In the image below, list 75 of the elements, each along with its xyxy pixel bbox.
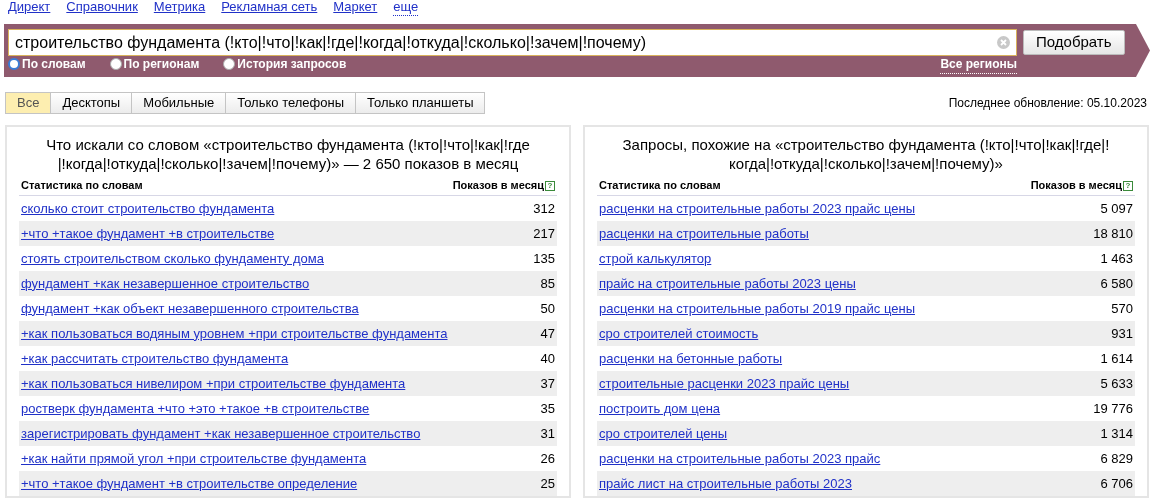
- count-cell-text: 217: [533, 224, 555, 243]
- top-nav-link[interactable]: Директ: [8, 0, 51, 16]
- phrase-link[interactable]: прайс на строительные работы 2023 цены: [599, 273, 856, 294]
- count-cell-text: 85: [540, 274, 555, 293]
- count-cell-text: 5 633: [1100, 374, 1133, 393]
- device-tab[interactable]: Все: [5, 92, 52, 114]
- count-cell-text: 40: [540, 349, 555, 368]
- count-cell-text: 135: [533, 249, 555, 268]
- phrase-link[interactable]: зарегистрировать фундамент +как незавершенное строительство: [21, 423, 421, 444]
- submit-button[interactable]: Подобрать: [1023, 30, 1125, 55]
- phrase-link[interactable]: +как найти прямой угол +при строительстве фундамента: [21, 448, 367, 469]
- phrase-link[interactable]: сро строителей стоимость: [599, 323, 759, 344]
- count-cell-text: 931: [1111, 324, 1133, 343]
- phrase-link[interactable]: строй калькулятор: [599, 248, 712, 269]
- phrase-link[interactable]: +как пользоваться водяным уровнем +при строительстве фундамента: [21, 323, 448, 344]
- device-tab[interactable]: Мобильные: [131, 92, 227, 114]
- count-cell-text: 570: [1111, 299, 1133, 318]
- clear-icon[interactable]: [997, 36, 1010, 49]
- phrase-link[interactable]: прайс лист на строительные работы 2023: [599, 473, 852, 494]
- count-cell-text: 5 097: [1100, 199, 1133, 218]
- count-cell-text: 25: [540, 474, 555, 493]
- phrase-link[interactable]: +что +такое фундамент +в строительстве: [21, 223, 275, 244]
- count-cell-text: 6 706: [1100, 474, 1133, 493]
- count-cell-text: 1 314: [1100, 424, 1133, 443]
- phrase-link[interactable]: стоять строительством сколько фундаменту дома: [21, 248, 324, 269]
- all-regions-link[interactable]: Все регионы: [940, 54, 1017, 74]
- column-header: Показов в месяц: [1030, 178, 1122, 194]
- count-cell-text: 31: [540, 424, 555, 443]
- count-cell-text: 50: [540, 299, 555, 318]
- phrase-link[interactable]: сро строителей цены: [599, 423, 728, 444]
- count-cell-text: 1 463: [1100, 249, 1133, 268]
- mode-radio[interactable]: По регионам: [109, 55, 200, 73]
- phrase-link[interactable]: расценки на бетонные работы: [599, 348, 783, 369]
- phrase-link[interactable]: расценки на строительные работы 2023 прайс цены: [599, 198, 915, 219]
- help-icon[interactable]: ?: [1123, 180, 1133, 191]
- phrase-link[interactable]: расценки на строительные работы 2023 прайс: [599, 448, 881, 469]
- count-cell-text: 312: [533, 199, 555, 218]
- count-cell-text: 19 776: [1093, 399, 1133, 418]
- top-nav-link[interactable]: Справочник: [66, 0, 138, 16]
- phrase-link[interactable]: строительные расценки 2023 прайс цены: [599, 373, 850, 394]
- phrase-link[interactable]: расценки на строительные работы 2019 прайс цены: [599, 298, 915, 319]
- help-icon[interactable]: ?: [545, 180, 555, 191]
- top-nav-link[interactable]: Маркет: [333, 0, 378, 16]
- mode-radio[interactable]: По словам: [8, 55, 86, 73]
- mode-radio[interactable]: История запросов: [223, 55, 347, 73]
- column-header: Показов в месяц: [452, 178, 544, 194]
- count-cell-text: 6 829: [1100, 449, 1133, 468]
- panel-title: Что искали со словом «строительство фундамента (!кто|!что|!как|!где|!когда|!откуда|!сколько|!зачем|!почему)» — 2 650 показов в месяц: [45, 135, 531, 173]
- phrase-link[interactable]: +как рассчитать строительство фундамента: [21, 348, 289, 369]
- phrase-link[interactable]: +что +такое фундамент +в строительстве определение: [21, 473, 358, 494]
- phrase-link[interactable]: фундамент +как объект незавершенного строительства: [21, 298, 359, 319]
- column-header: Статистика по словам: [599, 178, 721, 194]
- phrase-link[interactable]: фундамент +как незавершенное строительство: [21, 273, 310, 294]
- device-tab[interactable]: Только планшеты: [355, 92, 486, 114]
- count-cell-text: 35: [540, 399, 555, 418]
- device-tab[interactable]: Десктопы: [50, 92, 133, 114]
- top-nav-link[interactable]: Метрика: [153, 0, 206, 16]
- phrase-link[interactable]: +как пользоваться нивелиром +при строительстве фундамента: [21, 373, 406, 394]
- count-cell-text: 18 810: [1093, 224, 1133, 243]
- phrase-link[interactable]: построить дом цена: [599, 398, 721, 419]
- panel-title: Запросы, похожие на «строительство фундамента (!кто|!что|!как|!где|!когда|!откуда|!сколько|!зачем|!почему)»: [621, 135, 1111, 173]
- phrase-link[interactable]: сколько стоит строительство фундамента: [21, 198, 275, 219]
- count-cell-text: 47: [540, 324, 555, 343]
- top-nav-link[interactable]: Рекламная сеть: [221, 0, 318, 16]
- phrase-link[interactable]: расценки на строительные работы: [599, 223, 809, 244]
- more-link[interactable]: еще: [393, 0, 419, 16]
- device-tab[interactable]: Только телефоны: [225, 92, 356, 114]
- search-field[interactable]: строительство фундамента (!кто|!что|!как|!где|!когда|!откуда|!сколько|!зачем|!почему): [8, 29, 1017, 56]
- phrase-link[interactable]: ростверк фундамента +что +это +такое +в строительстве: [21, 398, 370, 419]
- count-cell-text: 1 614: [1100, 349, 1133, 368]
- count-cell-text: 37: [540, 374, 555, 393]
- last-update-text: Последнее обновление: 05.10.2023: [948, 95, 1148, 112]
- column-header: Статистика по словам: [21, 178, 143, 194]
- count-cell-text: 26: [540, 449, 555, 468]
- count-cell-text: 6 580: [1100, 274, 1133, 293]
